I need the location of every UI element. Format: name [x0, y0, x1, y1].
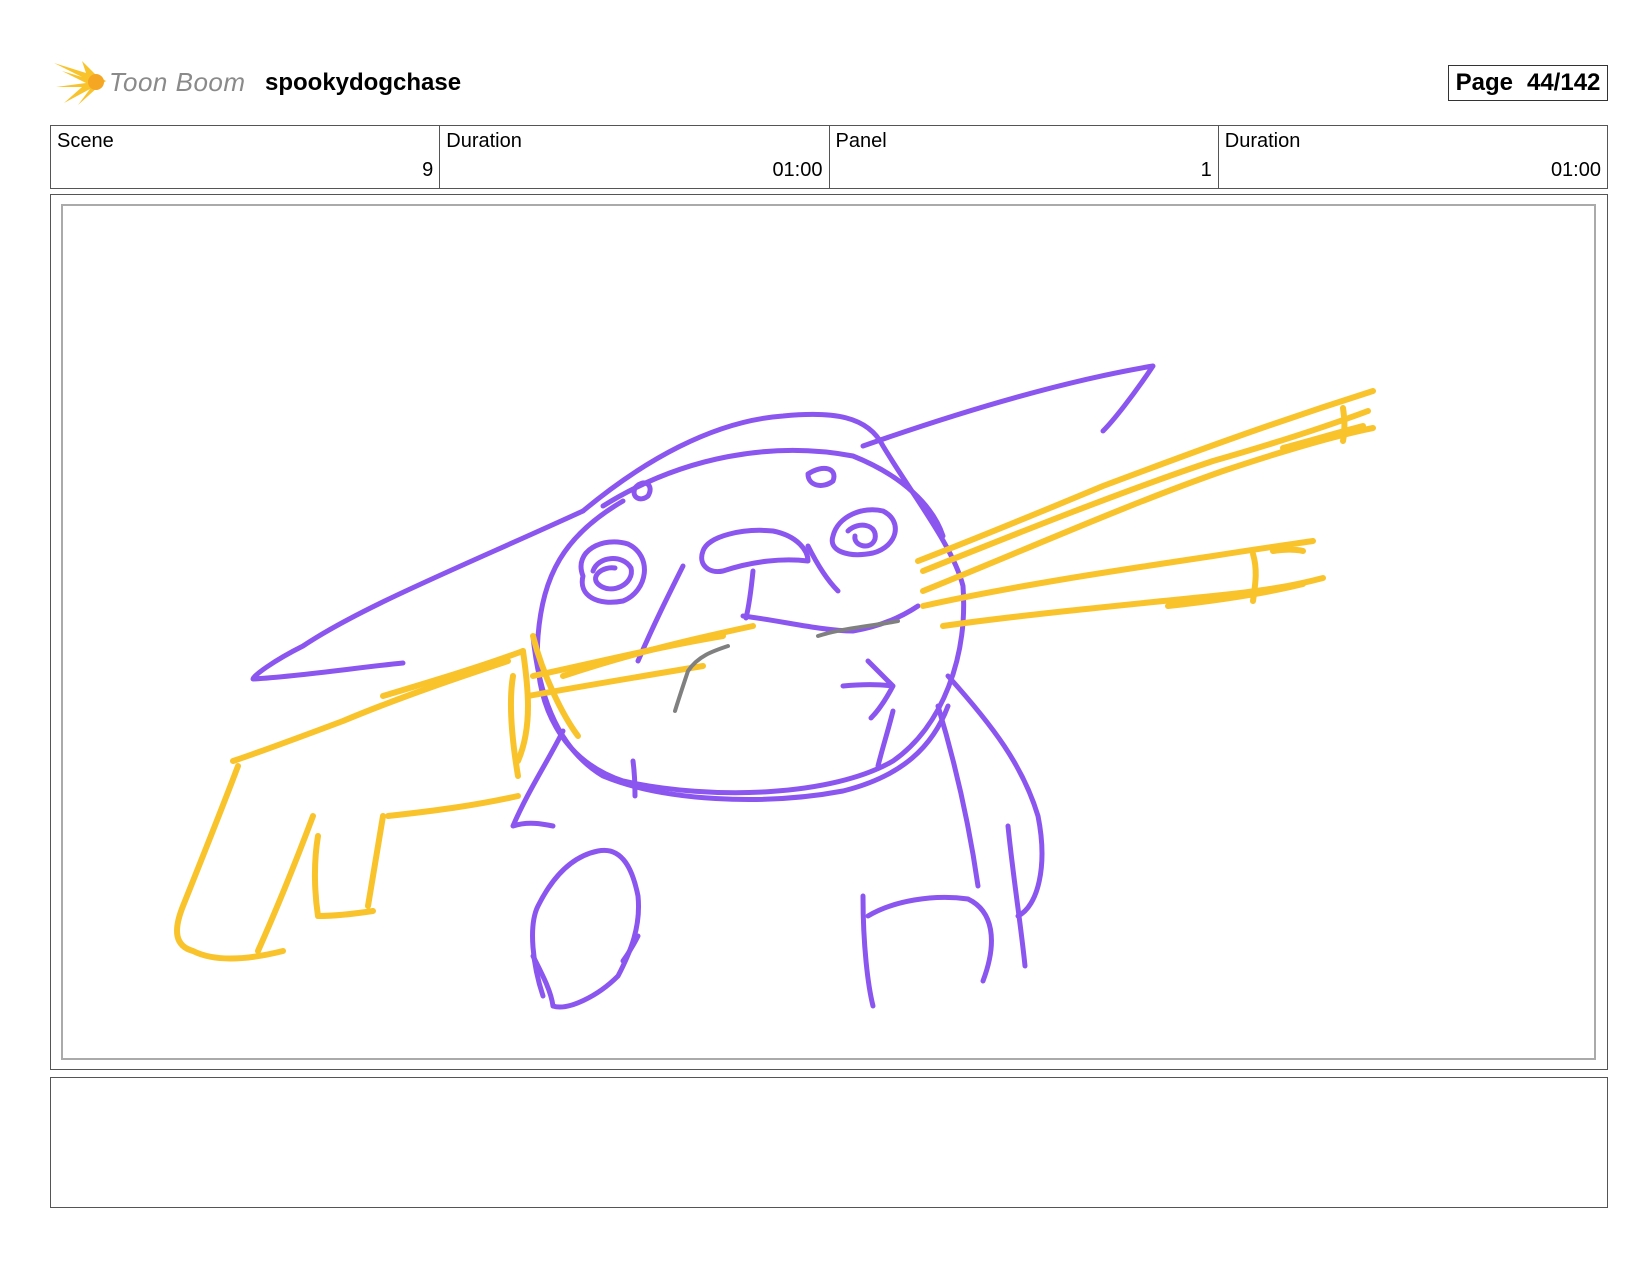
scene-cell: Scene 9	[51, 126, 441, 188]
panel-label: Panel	[835, 130, 887, 152]
starburst-icon	[54, 61, 106, 105]
panel-duration-cell: Duration 01:00	[1219, 126, 1607, 188]
character-sketch	[250, 363, 1156, 1010]
panel-duration-value: 01:00	[1550, 159, 1601, 181]
storyboard-header: Toon Boom spookydogchase Page 44/142	[52, 55, 1608, 110]
page-indicator: Page 44/142	[1448, 65, 1608, 101]
project-title: spookydogchase	[265, 69, 462, 96]
scene-duration-cell: Duration 01:00	[440, 126, 830, 188]
scene-duration-value: 01:00	[772, 159, 823, 181]
toon-boom-logo: Toon Boom	[52, 57, 252, 109]
motion-lines-sketch	[174, 388, 1376, 962]
page-label: Page	[1455, 69, 1513, 96]
logo-text: Toon Boom	[109, 67, 246, 97]
page-number: 44/142	[1526, 69, 1601, 96]
scene-value: 9	[422, 159, 434, 181]
panel-cell: Panel 1	[830, 126, 1219, 188]
scene-label: Scene	[57, 130, 114, 152]
panel-duration-label: Duration	[1224, 130, 1301, 152]
panel-value: 1	[1200, 159, 1212, 181]
panel-frame	[50, 194, 1608, 1070]
panel-notes-box[interactable]	[50, 1077, 1608, 1208]
panel-info-table: Scene 9 Duration 01:00 Panel 1 Duration …	[50, 125, 1608, 189]
sketch-canvas	[61, 204, 1596, 1060]
scene-duration-label: Duration	[446, 130, 522, 152]
storyboard-sketch	[174, 363, 1376, 1010]
